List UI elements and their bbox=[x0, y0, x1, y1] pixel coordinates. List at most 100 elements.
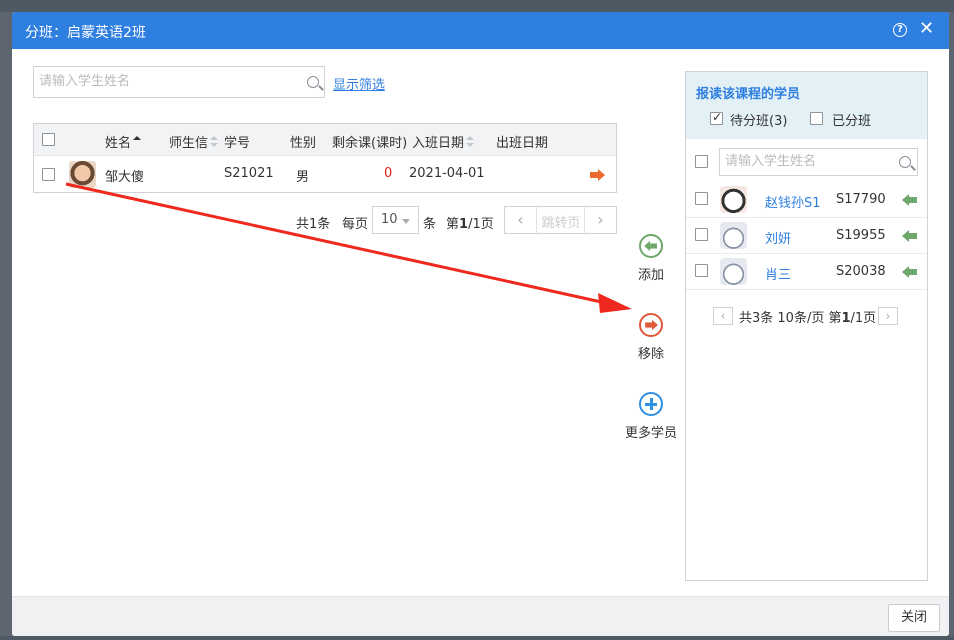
pager-total: 共1条 bbox=[296, 213, 330, 232]
class-students-table: 姓名 师生信 学号 性别 剩余课(课时) 入班日期 出班日期 邹大傻 S2102… bbox=[33, 123, 617, 193]
right-select-all-checkbox[interactable] bbox=[695, 155, 708, 168]
add-row-arrow-icon[interactable] bbox=[902, 230, 918, 242]
remove-row-arrow-icon[interactable] bbox=[590, 169, 606, 181]
column-header-gender: 性别 bbox=[290, 136, 317, 151]
table-row[interactable]: 邹大傻 S21021 男 0 2021-04-01 bbox=[34, 156, 616, 192]
pager-nav: ‹ 跳转页 › bbox=[504, 206, 617, 234]
row-checkbox[interactable] bbox=[695, 192, 708, 205]
per-page-value: 10 bbox=[381, 212, 398, 227]
pager-page-current: 1 bbox=[459, 217, 469, 232]
remove-label: 移除 bbox=[637, 347, 664, 362]
plus-icon-v bbox=[649, 398, 653, 410]
search-icon[interactable] bbox=[899, 156, 911, 168]
column-header-label: 姓名 bbox=[105, 136, 132, 151]
help-icon[interactable]: ? bbox=[893, 23, 907, 37]
pending-filter-checkbox[interactable] bbox=[710, 110, 723, 125]
remove-arrow-icon bbox=[639, 313, 663, 337]
close-button[interactable]: 关闭 bbox=[888, 604, 940, 632]
row-checkbox[interactable] bbox=[695, 228, 708, 241]
panel-header: 报读该课程的学员 待分班(3) 已分班 bbox=[686, 72, 927, 139]
remove-button[interactable]: 移除 bbox=[621, 313, 681, 362]
dialog-titlebar: 分班：启蒙英语2班 ? ✕ bbox=[12, 12, 949, 49]
pager-page-total: /1页 bbox=[468, 217, 494, 232]
column-header-join-date[interactable]: 入班日期 bbox=[412, 132, 475, 151]
add-row-arrow-icon[interactable] bbox=[902, 266, 918, 278]
join-date: 2021-04-01 bbox=[409, 166, 485, 181]
search-icon[interactable] bbox=[307, 76, 319, 88]
arrow-right-icon bbox=[645, 319, 659, 331]
assigned-filter-checkbox[interactable] bbox=[810, 112, 823, 125]
column-header-message[interactable]: 师生信 bbox=[169, 132, 219, 151]
student-gender: 男 bbox=[296, 170, 310, 185]
column-header-leave-date: 出班日期 bbox=[496, 136, 549, 151]
right-pager-current: 1 bbox=[841, 311, 851, 326]
student-name: 邹大傻 bbox=[105, 170, 145, 185]
student-no: S21021 bbox=[224, 166, 274, 181]
row-checkbox[interactable] bbox=[695, 264, 708, 277]
select-all-checkbox[interactable] bbox=[42, 133, 55, 146]
student-no: S19955 bbox=[836, 228, 886, 243]
right-pager-info: 共3条 10条/页 第1/1页 bbox=[739, 307, 876, 326]
pager-page-info: 第1/1页 bbox=[446, 213, 494, 232]
pager-total-suffix: 条 bbox=[317, 217, 331, 232]
right-prev-page-button[interactable]: ‹ bbox=[713, 307, 733, 325]
right-pager-prefix: 共3条 10条/页 第 bbox=[739, 311, 842, 326]
column-header-label: 入班日期 bbox=[412, 136, 465, 151]
column-header-name[interactable]: 姓名 bbox=[105, 132, 142, 151]
pager-per-page-unit: 条 bbox=[423, 217, 437, 232]
add-row-arrow-icon[interactable] bbox=[902, 194, 918, 206]
backdrop-top bbox=[0, 0, 954, 12]
sort-icon bbox=[466, 136, 475, 148]
next-page-button[interactable]: › bbox=[584, 207, 616, 233]
avatar bbox=[720, 258, 747, 285]
dialog-title: 分班：启蒙英语2班 bbox=[25, 25, 146, 41]
panel-title: 报读该课程的学员 bbox=[696, 87, 801, 102]
pager-total-prefix: 共 bbox=[296, 217, 310, 232]
right-search-input[interactable] bbox=[725, 154, 895, 169]
pager-page-prefix: 第 bbox=[446, 217, 460, 232]
list-item[interactable]: 赵钱孙S1 S17790 bbox=[686, 182, 927, 218]
more-students-button[interactable]: 更多学员 bbox=[621, 392, 681, 441]
left-search-input[interactable] bbox=[39, 74, 299, 89]
per-page-select[interactable]: 10 bbox=[372, 206, 419, 234]
remaining-hours: 0 bbox=[384, 166, 393, 181]
add-arrow-icon bbox=[639, 234, 663, 258]
class-assign-dialog: 分班：启蒙英语2班 ? ✕ 显示筛选 姓名 师生信 学号 性别 剩余课(课时) … bbox=[12, 12, 949, 636]
right-pager-suffix: /1页 bbox=[850, 311, 877, 326]
sort-icon bbox=[210, 136, 219, 148]
pending-filter-label: 待分班(3) bbox=[730, 114, 788, 129]
add-button[interactable]: 添加 bbox=[621, 234, 681, 283]
column-header-student-no: 学号 bbox=[224, 136, 251, 151]
table-header: 姓名 师生信 学号 性别 剩余课(课时) 入班日期 出班日期 bbox=[34, 124, 616, 156]
student-name-link[interactable]: 赵钱孙S1 bbox=[765, 192, 821, 211]
avatar bbox=[720, 186, 747, 213]
right-search-box bbox=[719, 148, 918, 176]
column-header-label: 师生信 bbox=[169, 136, 209, 151]
student-name-link[interactable]: 刘妍 bbox=[765, 228, 791, 247]
list-item[interactable]: 刘妍 S19955 bbox=[686, 218, 927, 254]
plus-icon bbox=[639, 392, 663, 416]
student-name-link[interactable]: 肖三 bbox=[765, 264, 791, 283]
jump-page-input[interactable]: 跳转页 bbox=[538, 212, 584, 231]
backdrop-bottom bbox=[0, 636, 954, 640]
sort-asc-icon bbox=[133, 136, 142, 148]
show-filter-link[interactable]: 显示筛选 bbox=[333, 74, 385, 93]
add-label: 添加 bbox=[637, 268, 664, 283]
assigned-filter-label: 已分班 bbox=[832, 114, 872, 129]
row-checkbox[interactable] bbox=[42, 168, 55, 181]
avatar bbox=[69, 161, 96, 188]
pager-per-page-label: 每页 bbox=[342, 217, 369, 232]
right-next-page-button[interactable]: › bbox=[878, 307, 898, 325]
avatar bbox=[720, 222, 747, 249]
close-icon[interactable]: ✕ bbox=[919, 19, 934, 39]
dialog-footer: 关闭 bbox=[12, 596, 949, 636]
prev-page-button[interactable]: ‹ bbox=[505, 207, 537, 233]
left-search-box bbox=[33, 66, 325, 98]
dialog-body: 显示筛选 姓名 师生信 学号 性别 剩余课(课时) 入班日期 出班日期 邹大傻 … bbox=[12, 49, 949, 596]
list-item[interactable]: 肖三 S20038 bbox=[686, 254, 927, 290]
column-header-remaining: 剩余课(课时) bbox=[332, 136, 408, 151]
student-no: S17790 bbox=[836, 192, 886, 207]
enrolled-students-panel: 报读该课程的学员 待分班(3) 已分班 赵钱孙S1 S17790 bbox=[685, 71, 928, 581]
arrow-left-icon bbox=[644, 240, 658, 252]
more-students-label: 更多学员 bbox=[624, 426, 677, 441]
